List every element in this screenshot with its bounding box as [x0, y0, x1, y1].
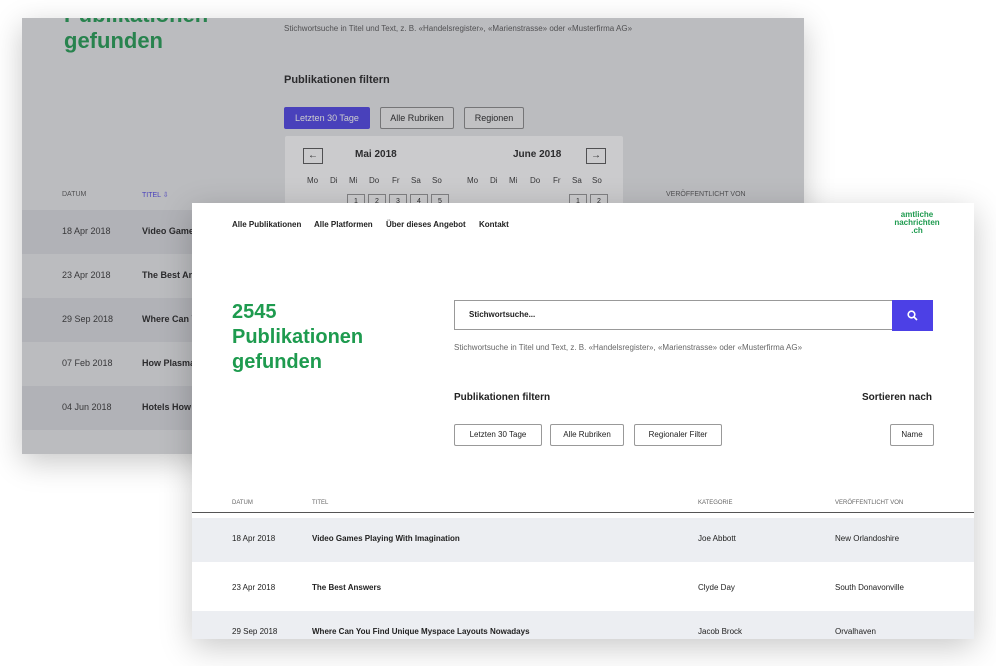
table-row[interactable]: 29 Sep 2018 Where Can You Find Unique My… — [192, 611, 974, 639]
row-date: 18 Apr 2018 — [232, 534, 276, 543]
filter-rubriken-button[interactable]: Alle Rubriken — [550, 424, 624, 446]
table-row[interactable]: 18 Apr 2018 Video Games Playing With Ima… — [192, 518, 974, 562]
row-title: The Best Answers — [312, 583, 382, 592]
nav-all-platforms[interactable]: Alle Platformen — [314, 220, 373, 229]
row-category: Joe Abbott — [698, 534, 736, 543]
page-title: 2545 Publikationen gefunden — [232, 301, 364, 373]
search-icon — [907, 310, 918, 321]
row-category: Clyde Day — [698, 583, 735, 592]
header-published-by[interactable]: VERÖFFENTLICHT VON — [835, 500, 903, 506]
header-title[interactable]: TITEL — [312, 500, 328, 506]
filter-heading: Publikationen filtern — [454, 392, 551, 403]
nav-about[interactable]: Über dieses Angebot — [386, 220, 466, 229]
row-title: Video Games Playing With Imagination — [312, 534, 460, 543]
nav-all-publications[interactable]: Alle Publikationen — [232, 220, 301, 229]
header-date[interactable]: DATUM — [232, 500, 253, 506]
table-header-divider — [192, 512, 974, 513]
row-category: Jacob Brock — [698, 627, 743, 636]
search-button[interactable] — [892, 300, 933, 331]
sort-name-button[interactable]: Name — [890, 424, 934, 446]
sort-heading: Sortieren nach — [862, 392, 933, 403]
row-published-by: New Orlandoshire — [835, 534, 900, 543]
filter-last-30-days-button[interactable]: Letzten 30 Tage — [454, 424, 542, 446]
site-logo[interactable]: amtliche nachrichten .ch — [882, 211, 952, 235]
nav-contact[interactable]: Kontakt — [479, 220, 509, 229]
row-date: 29 Sep 2018 — [232, 627, 278, 636]
search-input[interactable]: Stichwortsuche... — [454, 300, 894, 330]
row-title: Where Can You Find Unique Myspace Layout… — [312, 627, 530, 636]
foreground-screen: Alle Publikationen Alle Platformen Über … — [192, 203, 974, 639]
row-published-by: Orvalhaven — [835, 627, 876, 636]
filter-regional-button[interactable]: Regionaler Filter — [634, 424, 722, 446]
row-published-by: South Donavonville — [835, 583, 904, 592]
header-category[interactable]: KATEGORIE — [698, 500, 733, 506]
table-row[interactable]: 23 Apr 2018 The Best Answers Clyde Day S… — [192, 567, 974, 611]
search-hint: Stichwortsuche in Titel und Text, z. B. … — [454, 343, 803, 352]
result-count: 2545 — [232, 301, 277, 323]
row-date: 23 Apr 2018 — [232, 583, 276, 592]
